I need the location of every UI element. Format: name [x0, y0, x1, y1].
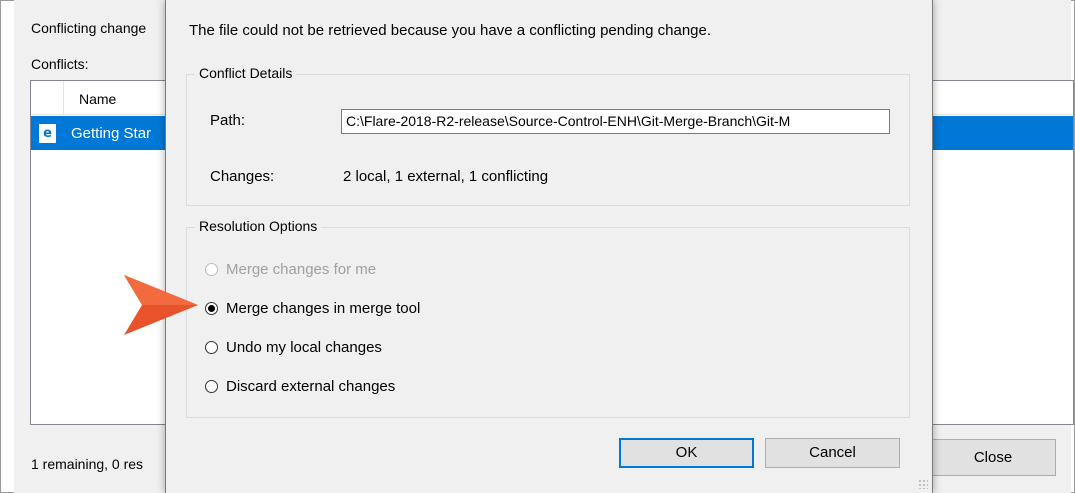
- radio-button[interactable]: [205, 340, 218, 354]
- changes-label: Changes:: [210, 168, 275, 185]
- resolution-options-title: Resolution Options: [195, 218, 322, 234]
- close-button[interactable]: Close: [930, 439, 1056, 476]
- option-label: Undo my local changes: [226, 338, 382, 356]
- resolution-options-group: Resolution Options Merge changes for me …: [186, 218, 910, 418]
- changes-value: 2 local, 1 external, 1 conflicting: [343, 168, 549, 185]
- path-field[interactable]: C:\Flare-2018-R2-release\Source-Control-…: [341, 109, 890, 134]
- column-header-name[interactable]: Name: [79, 91, 116, 107]
- status-text: 1 remaining, 0 res: [31, 456, 144, 472]
- conflicts-label: Conflicts:: [31, 56, 89, 72]
- radio-button[interactable]: [205, 262, 218, 276]
- option-label: Discard external changes: [226, 377, 396, 395]
- conflict-dialog: The file could not be retrieved because …: [165, 0, 933, 493]
- file-name: Getting Star: [71, 125, 152, 142]
- option-label: Merge changes for me: [226, 260, 377, 278]
- ok-button[interactable]: OK: [619, 438, 754, 468]
- option-discard-external[interactable]: Discard external changes: [205, 375, 395, 397]
- option-merge-in-tool[interactable]: Merge changes in merge tool: [205, 297, 420, 319]
- path-label: Path:: [210, 112, 246, 129]
- background-header: Conflicting change: [31, 20, 147, 36]
- column-separator: [63, 81, 64, 114]
- dialog-message: The file could not be retrieved because …: [189, 22, 712, 39]
- option-undo-local[interactable]: Undo my local changes: [205, 336, 382, 358]
- cancel-button[interactable]: Cancel: [765, 438, 900, 468]
- option-merge-for-me[interactable]: Merge changes for me: [205, 258, 376, 280]
- conflict-details-title: Conflict Details: [195, 65, 297, 81]
- callout-arrow-icon: [124, 275, 198, 335]
- radio-button-selected[interactable]: [205, 301, 218, 315]
- html-file-icon: e: [39, 124, 56, 143]
- resize-grip-icon[interactable]: [918, 479, 928, 489]
- radio-button[interactable]: [205, 379, 218, 393]
- option-label: Merge changes in merge tool: [226, 299, 421, 317]
- conflict-details-group: Conflict Details Path: C:\Flare-2018-R2-…: [186, 65, 910, 206]
